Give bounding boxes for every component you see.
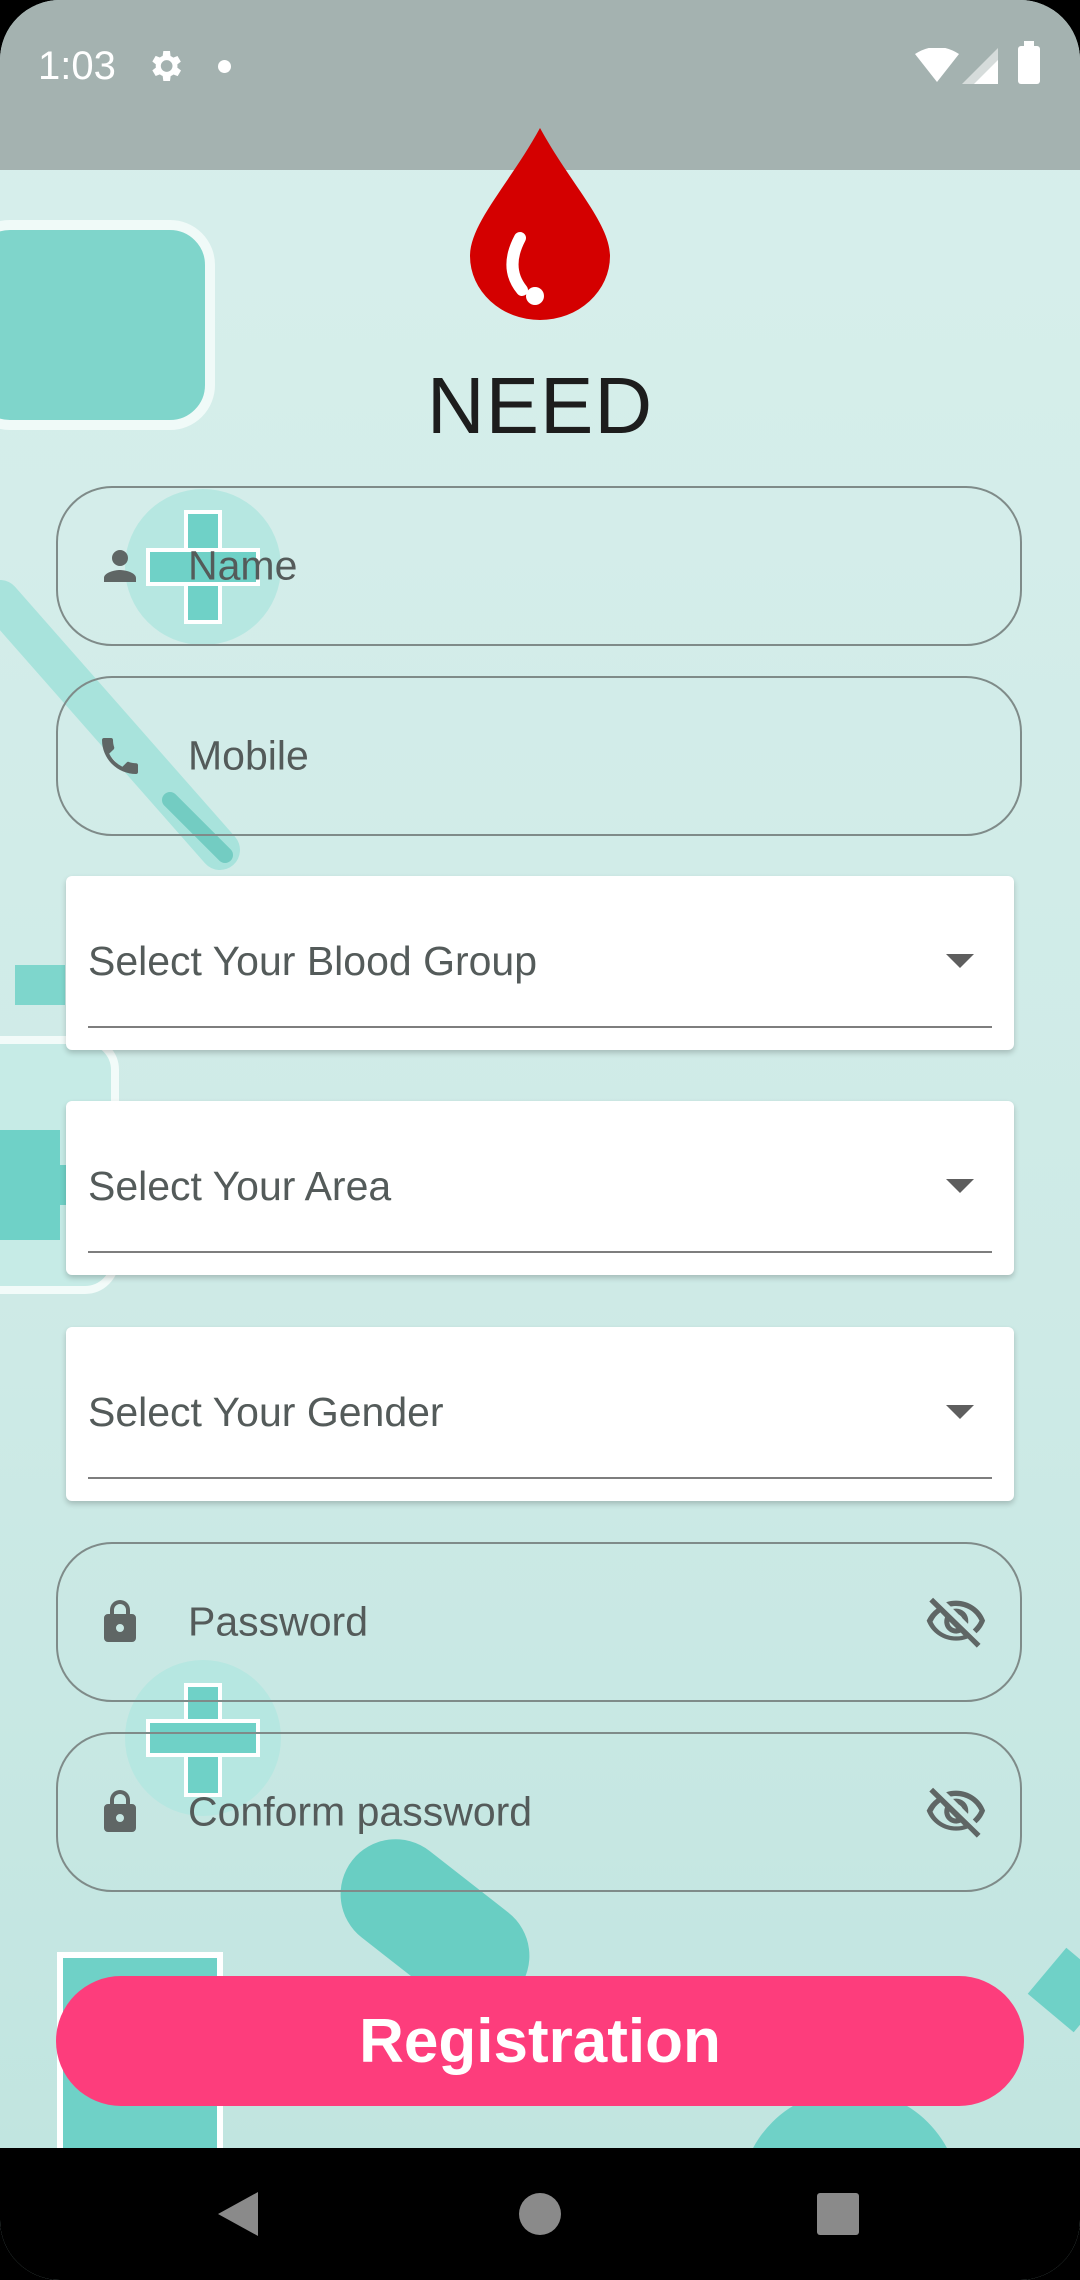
- name-field[interactable]: Name: [56, 486, 1022, 646]
- chevron-down-icon: [946, 954, 974, 968]
- status-time: 1:03: [38, 44, 116, 88]
- blood-drop-icon: [470, 128, 610, 320]
- person-icon: [104, 550, 136, 582]
- blood-group-dropdown[interactable]: Select Your Blood Group: [66, 876, 1014, 1050]
- dropdown-underline: [88, 1251, 992, 1253]
- chevron-down-icon: [946, 1179, 974, 1193]
- confirm-password-placeholder: Conform password: [188, 1788, 533, 1835]
- registration-button[interactable]: Registration: [56, 1976, 1024, 2106]
- recents-icon[interactable]: [817, 2193, 859, 2235]
- wifi-icon: [915, 48, 959, 82]
- password-placeholder: Password: [188, 1598, 369, 1645]
- area-dropdown[interactable]: Select Your Area: [66, 1101, 1014, 1275]
- eye-off-icon[interactable]: [924, 1590, 988, 1654]
- home-icon[interactable]: [519, 2193, 561, 2235]
- eye-off-icon[interactable]: [924, 1780, 988, 1844]
- gender-dropdown[interactable]: Select Your Gender: [66, 1327, 1014, 1501]
- dropdown-underline: [88, 1026, 992, 1028]
- dropdown-underline: [88, 1477, 992, 1479]
- signal-icon: [962, 48, 998, 84]
- navigation-bar: [0, 2148, 1080, 2280]
- registration-screen: 1:03 NEED Name Mobile Select Your Blood …: [0, 0, 1080, 2280]
- back-icon[interactable]: [218, 2192, 258, 2236]
- lock-icon: [104, 1600, 136, 1642]
- notification-dot-icon: [218, 60, 231, 73]
- blood-group-label: Select Your Blood Group: [88, 938, 538, 984]
- confirm-password-field[interactable]: Conform password: [56, 1732, 1022, 1892]
- lock-icon: [104, 1790, 136, 1832]
- mobile-field[interactable]: Mobile: [56, 676, 1022, 836]
- gender-label: Select Your Gender: [88, 1389, 444, 1435]
- area-label: Select Your Area: [88, 1163, 392, 1209]
- gear-icon: [152, 51, 181, 81]
- app-title: NEED: [426, 361, 654, 450]
- phone-icon: [102, 738, 138, 774]
- name-placeholder: Name: [188, 542, 298, 589]
- battery-icon: [1018, 41, 1040, 84]
- chevron-down-icon: [946, 1405, 974, 1419]
- mobile-placeholder: Mobile: [188, 732, 309, 779]
- password-field[interactable]: Password: [56, 1542, 1022, 1702]
